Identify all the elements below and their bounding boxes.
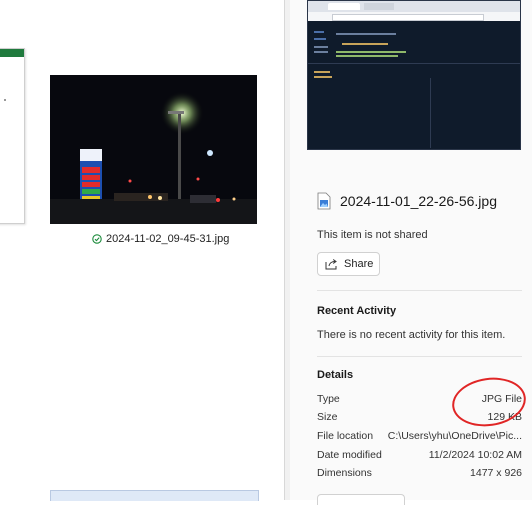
preview-line — [314, 31, 324, 33]
thumbnail-filename: 2024-11-02_09-45-31.jpg — [106, 233, 230, 245]
detail-value-size: 129 KB — [487, 411, 522, 423]
preview-line — [314, 46, 328, 48]
thumbnail-detail — [4, 99, 6, 101]
spreadsheet-header-bar — [0, 49, 24, 57]
preview-line — [336, 33, 396, 35]
image-file-icon — [317, 192, 331, 210]
file-name: 2024-11-01_22-26-56.jpg — [340, 193, 497, 209]
share-icon — [325, 259, 337, 270]
share-label: Share — [344, 258, 374, 270]
preview-line — [336, 55, 398, 57]
recent-activity-heading: Recent Activity — [317, 305, 397, 317]
details-pane: 2024-11-01_22-26-56.jpg This item is not… — [290, 0, 532, 500]
file-header: 2024-11-01_22-26-56.jpg — [317, 192, 497, 210]
preview-tab — [328, 3, 360, 10]
preview-line — [314, 76, 332, 78]
preview-line — [314, 51, 328, 53]
detail-label-location: File location — [317, 430, 374, 442]
file-preview — [307, 0, 521, 150]
detail-value-dimensions: 1477 x 926 — [470, 467, 522, 479]
partial-file-thumbnail[interactable] — [0, 48, 25, 224]
detail-value-location[interactable]: C:\Users\yhu\OneDrive\Pic... — [388, 430, 522, 442]
thumbnail-caption[interactable]: 2024-11-02_09-45-31.jpg — [92, 232, 229, 246]
share-status: This item is not shared — [317, 229, 428, 241]
detail-label-date-modified: Date modified — [317, 449, 382, 461]
preview-line — [314, 38, 326, 40]
detail-value-type: JPG File — [481, 393, 522, 405]
preview-address-bar — [308, 12, 520, 21]
file-gallery: 2024-11-02_09-45-31.jpg — [0, 0, 282, 501]
next-file-thumbnail[interactable] — [50, 490, 259, 501]
recent-activity-text: There is no recent activity for this ite… — [317, 329, 506, 341]
detail-label-dimensions: Dimensions — [317, 467, 372, 479]
section-divider — [317, 356, 522, 357]
detail-label-size: Size — [317, 411, 338, 423]
preview-divider — [430, 78, 431, 148]
section-divider — [317, 290, 522, 291]
preview-tab-bar — [308, 1, 520, 12]
preview-line — [342, 43, 388, 45]
preview-tab-inactive — [364, 3, 394, 10]
preview-divider — [308, 63, 520, 64]
preview-address-field — [332, 14, 484, 21]
detail-label-type: Type — [317, 393, 340, 405]
details-heading: Details — [317, 369, 354, 381]
preview-line — [336, 51, 406, 53]
image-thumbnail[interactable] — [50, 75, 257, 224]
night-street-photo — [50, 75, 257, 224]
preview-line — [314, 71, 330, 73]
detail-value-date-modified: 11/2/2024 10:02 AM — [428, 449, 522, 461]
check-circle-icon — [92, 234, 102, 244]
share-button[interactable]: Share — [317, 252, 380, 276]
